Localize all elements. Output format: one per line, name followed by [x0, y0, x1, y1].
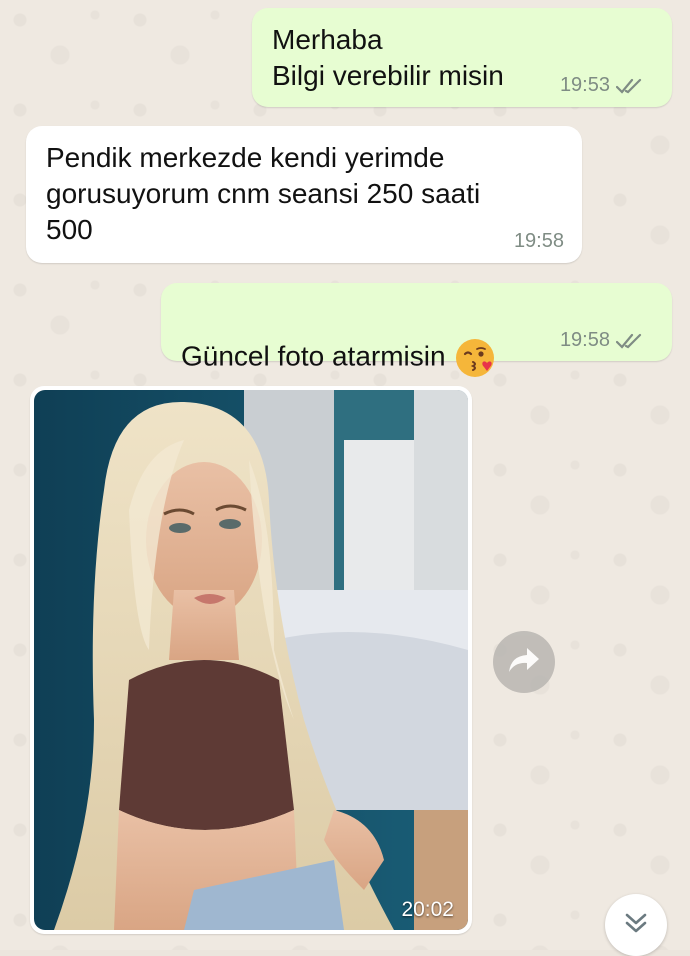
message-time: 19:53 [559, 74, 610, 96]
message-time: 19:58 [513, 230, 564, 252]
photo-image[interactable]: 20:02 [34, 390, 468, 930]
message-meta: 19:53 [560, 74, 646, 97]
forward-button[interactable] [493, 631, 555, 693]
message-text: Güncel foto atarmisin [181, 301, 496, 379]
scroll-to-bottom-button[interactable] [605, 894, 667, 956]
forward-arrow-icon [507, 645, 541, 680]
message-bubble-outgoing[interactable]: Merhaba Bilgi verebilir misin 19:53 [252, 8, 672, 107]
double-check-icon [616, 332, 646, 350]
message-text: Pendik merkezde kendi yerimde gorusuyoru… [46, 142, 481, 245]
message-meta: 19:58 [514, 230, 564, 253]
double-chevron-down-icon [623, 910, 649, 941]
message-bubble-outgoing[interactable]: Güncel foto atarmisin 19:58 [161, 283, 672, 377]
kissing-wink-emoji-icon [454, 337, 496, 379]
message-time: 19:58 [559, 329, 610, 351]
double-check-icon [616, 77, 646, 95]
message-bubble-incoming[interactable]: Pendik merkezde kendi yerimde gorusuyoru… [26, 126, 582, 263]
photo-message-bubble[interactable]: 20:02 [30, 386, 472, 934]
message-text: Merhaba Bilgi verebilir misin [272, 24, 504, 91]
message-time: 20:02 [401, 898, 454, 921]
message-meta: 19:58 [560, 329, 646, 352]
message-text-content: Güncel foto atarmisin [181, 340, 446, 372]
